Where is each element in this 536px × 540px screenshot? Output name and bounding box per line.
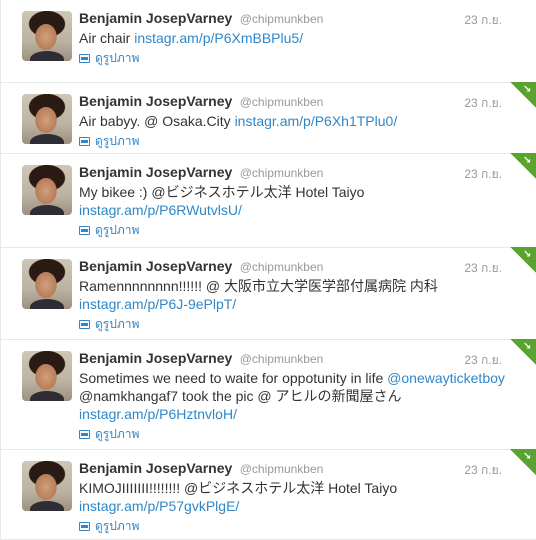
tweet-header: Benjamin JosepVarney @chipmunkben: [79, 93, 526, 110]
tweet-header: Benjamin JosepVarney @chipmunkben: [79, 258, 526, 275]
tweet-text: KIMOJIIIIIII!!!!!!!! @ビジネスホテル太洋 Hotel Ta…: [79, 479, 526, 515]
author-handle[interactable]: @chipmunkben: [240, 352, 324, 366]
photo-icon: [79, 429, 90, 439]
tweet-date[interactable]: 23 ก.ย.: [464, 11, 502, 30]
tweet-text: Sometimes we need to waite for oppotunit…: [79, 369, 526, 423]
author-name[interactable]: Benjamin JosepVarney: [79, 460, 232, 476]
tweet-date[interactable]: 23 ก.ย.: [464, 259, 502, 278]
tweet[interactable]: ↘ 23 ก.ย. Benjamin JosepVarney @chipmunk…: [1, 153, 536, 248]
view-photo-label: ดูรูปภาพ: [95, 317, 140, 331]
arrow-icon: ↘: [523, 451, 532, 462]
avatar[interactable]: [22, 94, 72, 144]
arrow-icon: ↘: [523, 84, 532, 95]
tweet-link[interactable]: instagr.am/p/P6XmBBPlu5/: [134, 30, 303, 46]
tweet-text-part: KIMOJIIIIIII!!!!!!!! @ビジネスホテル太洋 Hotel Ta…: [79, 480, 398, 496]
tweet-link[interactable]: instagr.am/p/P6J-9ePlpT/: [79, 296, 236, 312]
tweet-header: Benjamin JosepVarney @chipmunkben: [79, 460, 526, 477]
new-tweet-corner: ↘: [510, 449, 536, 475]
photo-icon: [79, 53, 90, 63]
new-tweet-corner: ↘: [510, 339, 536, 365]
tweet[interactable]: ↘ 23 ก.ย. Benjamin JosepVarney @chipmunk…: [1, 247, 536, 340]
tweet-header: Benjamin JosepVarney @chipmunkben: [79, 164, 526, 181]
avatar[interactable]: [22, 259, 72, 309]
view-photo-label: ดูรูปภาพ: [95, 427, 140, 441]
tweet-date[interactable]: 23 ก.ย.: [464, 461, 502, 480]
arrow-icon: ↘: [523, 155, 532, 166]
tweet-text-part: Air babyy. @ Osaka.City: [79, 113, 235, 129]
tweet-text: Ramennnnnnnn!!!!!! @ 大阪市立大学医学部付属病院 内科 in…: [79, 277, 526, 313]
author-name[interactable]: Benjamin JosepVarney: [79, 10, 232, 26]
author-handle[interactable]: @chipmunkben: [240, 166, 324, 180]
tweet-header: Benjamin JosepVarney @chipmunkben: [79, 10, 526, 27]
tweet-link[interactable]: instagr.am/p/P6Xh1TPlu0/: [235, 113, 398, 129]
author-handle[interactable]: @chipmunkben: [240, 260, 324, 274]
tweet-text: Air babyy. @ Osaka.City instagr.am/p/P6X…: [79, 112, 526, 130]
timeline: 23 ก.ย. Benjamin JosepVarney @chipmunkbe…: [0, 0, 536, 540]
tweet-header: Benjamin JosepVarney @chipmunkben: [79, 350, 526, 367]
author-handle[interactable]: @chipmunkben: [240, 95, 324, 109]
tweet-link[interactable]: instagr.am/p/P57gvkPlgE/: [79, 498, 239, 514]
avatar[interactable]: [22, 351, 72, 401]
view-photo-link[interactable]: ดูรูปภาพ: [79, 133, 526, 149]
tweet-date[interactable]: 23 ก.ย.: [464, 94, 502, 113]
tweet-date[interactable]: 23 ก.ย.: [464, 165, 502, 184]
new-tweet-corner: ↘: [510, 247, 536, 273]
tweet[interactable]: ↘ 23 ก.ย. Benjamin JosepVarney @chipmunk…: [1, 82, 536, 154]
tweet-date[interactable]: 23 ก.ย.: [464, 351, 502, 370]
view-photo-link[interactable]: ดูรูปภาพ: [79, 222, 526, 238]
view-photo-link[interactable]: ดูรูปภาพ: [79, 426, 526, 442]
author-name[interactable]: Benjamin JosepVarney: [79, 164, 232, 180]
view-photo-link[interactable]: ดูรูปภาพ: [79, 518, 526, 534]
avatar[interactable]: [22, 11, 72, 61]
new-tweet-corner: ↘: [510, 153, 536, 179]
photo-icon: [79, 319, 90, 329]
tweet-text: Air chair instagr.am/p/P6XmBBPlu5/: [79, 29, 526, 47]
view-photo-label: ดูรูปภาพ: [95, 134, 140, 148]
view-photo-link[interactable]: ดูรูปภาพ: [79, 50, 526, 66]
tweet-text-part: Sometimes we need to waite for oppotunit…: [79, 370, 388, 386]
tweet-text-part: Ramennnnnnnn!!!!!! @ 大阪市立大学医学部付属病院 内科: [79, 278, 438, 294]
tweet[interactable]: 23 ก.ย. Benjamin JosepVarney @chipmunkbe…: [1, 0, 536, 83]
tweet-text-part: @namkhangaf7 took the pic @ アヒルの新聞屋さん: [79, 388, 402, 404]
tweet-text-part: My bikee :) @ビジネスホテル太洋 Hotel Taiyo: [79, 184, 365, 200]
tweet-text: My bikee :) @ビジネスホテル太洋 Hotel Taiyo insta…: [79, 183, 526, 219]
photo-icon: [79, 136, 90, 146]
author-handle[interactable]: @chipmunkben: [240, 12, 324, 26]
new-tweet-corner: ↘: [510, 82, 536, 108]
arrow-icon: ↘: [523, 249, 532, 260]
view-photo-label: ดูรูปภาพ: [95, 223, 140, 237]
view-photo-label: ดูรูปภาพ: [95, 519, 140, 533]
author-handle[interactable]: @chipmunkben: [240, 462, 324, 476]
author-name[interactable]: Benjamin JosepVarney: [79, 93, 232, 109]
tweet[interactable]: ↘ 23 ก.ย. Benjamin JosepVarney @chipmunk…: [1, 449, 536, 540]
view-photo-label: ดูรูปภาพ: [95, 51, 140, 65]
tweet-link[interactable]: instagr.am/p/P6HztnvloH/: [79, 406, 237, 422]
mention-link[interactable]: @onewayticketboy: [387, 370, 505, 386]
avatar[interactable]: [22, 461, 72, 511]
tweet-link[interactable]: instagr.am/p/P6RWutvlsU/: [79, 202, 242, 218]
view-photo-link[interactable]: ดูรูปภาพ: [79, 316, 526, 332]
tweet[interactable]: ↘ 23 ก.ย. Benjamin JosepVarney @chipmunk…: [1, 339, 536, 450]
avatar[interactable]: [22, 165, 72, 215]
photo-icon: [79, 225, 90, 235]
author-name[interactable]: Benjamin JosepVarney: [79, 350, 232, 366]
tweet-text-part: Air chair: [79, 30, 135, 46]
arrow-icon: ↘: [523, 341, 532, 352]
photo-icon: [79, 521, 90, 531]
author-name[interactable]: Benjamin JosepVarney: [79, 258, 232, 274]
